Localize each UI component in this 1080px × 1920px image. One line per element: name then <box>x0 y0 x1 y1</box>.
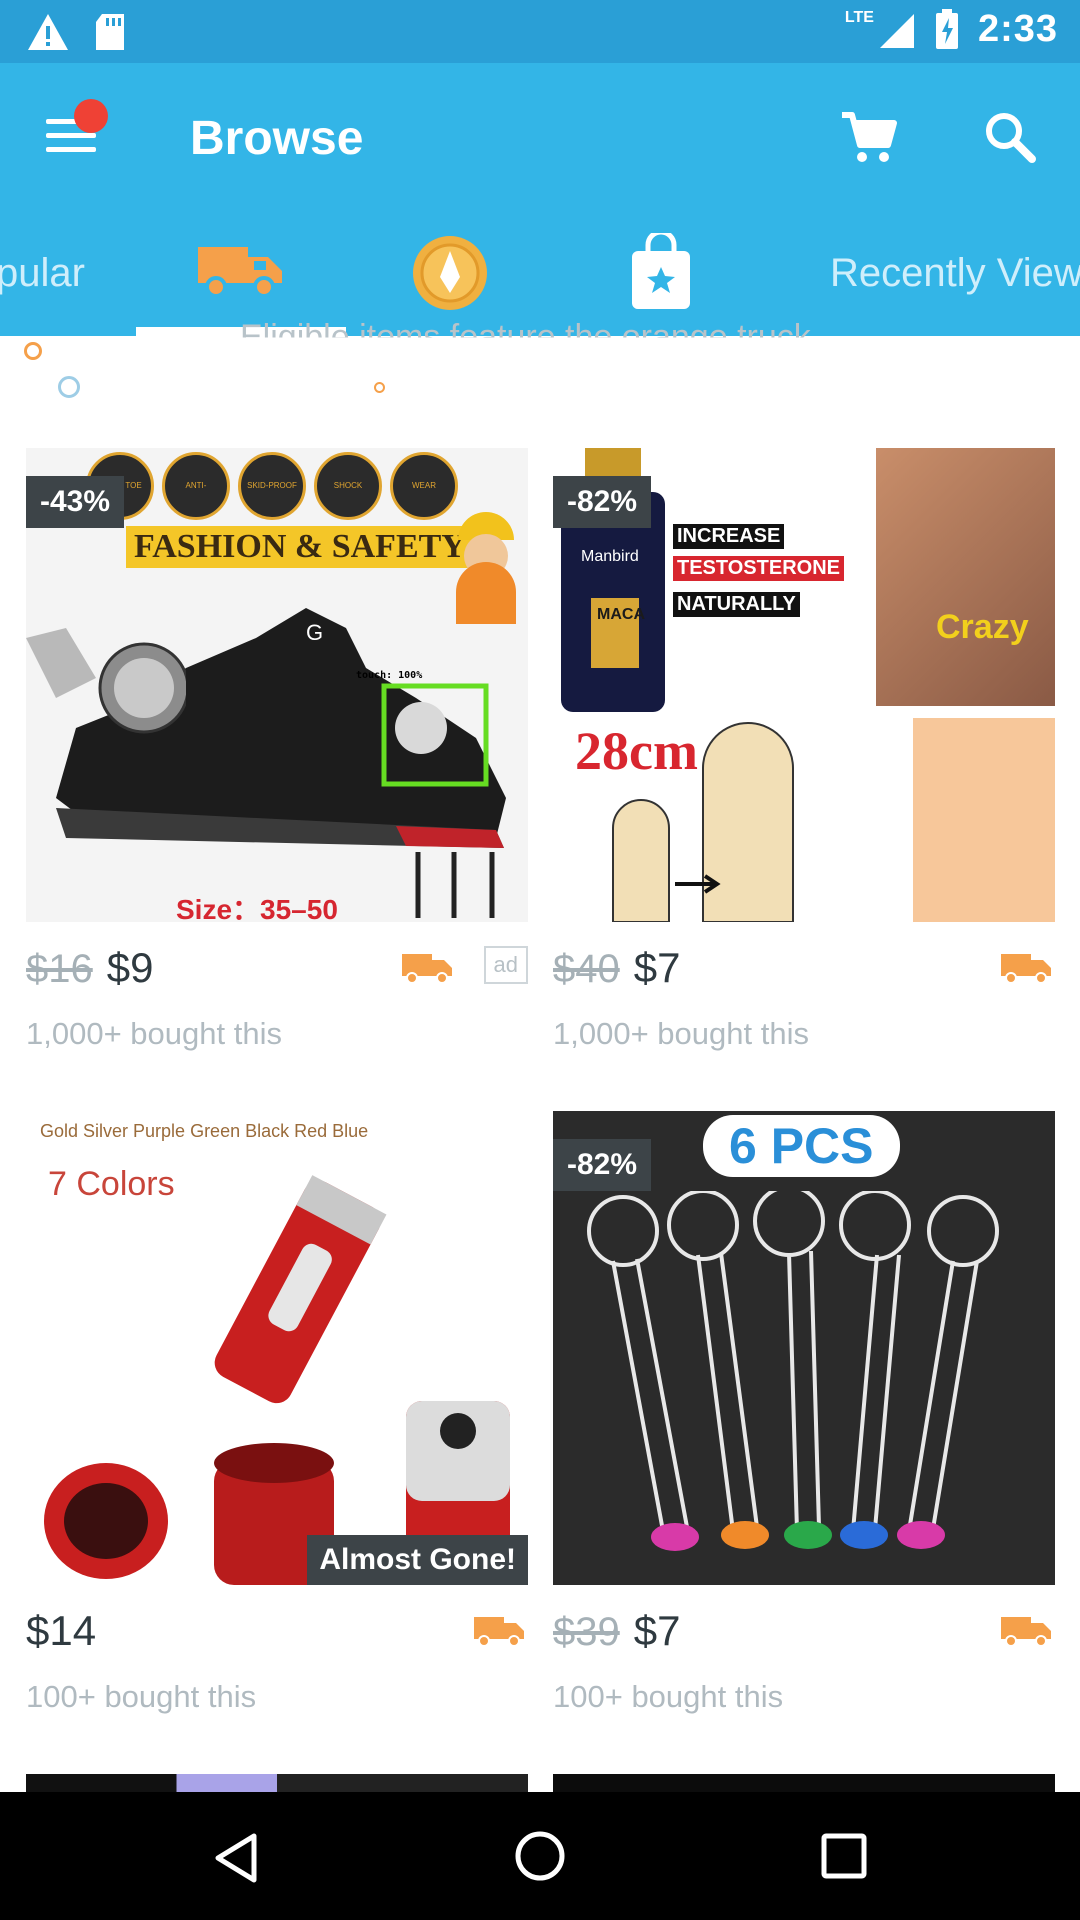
back-icon[interactable] <box>212 1832 260 1884</box>
product-card[interactable]: 6 PCS -82% $39 $7 100+ bought this <box>553 1111 1055 1714</box>
bag-star-icon <box>632 229 690 309</box>
pcs-text: 6 PCS <box>729 1118 874 1174</box>
truck-icon <box>474 1617 524 1647</box>
tab-wishlist[interactable] <box>628 229 694 316</box>
truck-icon <box>198 247 282 298</box>
feature-badge: ANTI-PUNCTURE <box>162 452 230 520</box>
bought-count: 100+ bought this <box>553 1679 784 1714</box>
tab-recently-viewed[interactable]: Recently Viewed <box>830 251 1080 296</box>
recents-icon[interactable] <box>820 1832 868 1880</box>
price-row: $16 $9 ad <box>26 944 528 996</box>
tab-coin[interactable] <box>410 233 490 318</box>
bottle-brand: Manbird <box>581 548 639 565</box>
size-text: Size：35–50 <box>176 894 338 922</box>
cart-icon <box>842 112 897 162</box>
status-bar: LTE 2:33 <box>0 0 1080 63</box>
signal-icon <box>879 13 914 48</box>
cart-button[interactable] <box>838 107 898 167</box>
clock: 2:33 <box>977 8 1058 50</box>
price-row: $39 $7 <box>553 1607 1055 1659</box>
notification-dot <box>74 99 108 133</box>
original-price: $16 <box>26 947 93 991</box>
figure-panel <box>913 718 1055 922</box>
original-price: $39 <box>553 1610 620 1654</box>
feature-badge: SHOCK ABSORPT <box>314 452 382 520</box>
bought-count: 100+ bought this <box>26 1679 257 1714</box>
network-type: LTE <box>844 8 874 26</box>
product-image[interactable]: 6 PCS -82% <box>553 1111 1055 1585</box>
product-image[interactable]: Gold Silver Purple Green Black Red Blue … <box>26 1111 528 1585</box>
claim-line: INCREASE <box>673 524 785 549</box>
sale-price: $7 <box>633 1607 681 1654</box>
truck-icon <box>1001 1617 1051 1647</box>
product-card[interactable]: Gold Silver Purple Green Black Red Blue … <box>26 1111 528 1714</box>
app-bar: Browse pular Recently View <box>0 63 1080 336</box>
warning-icon <box>28 14 68 50</box>
pcs-label: 6 PCS <box>703 1115 900 1177</box>
sale-price: $14 <box>26 1607 97 1654</box>
almost-gone-badge: Almost Gone! <box>307 1535 528 1585</box>
feature-badge: SKID-PROOF <box>238 452 306 520</box>
discount-badge: -82% <box>553 1139 652 1191</box>
product-illustration <box>612 722 794 922</box>
confetti-dot <box>24 342 42 360</box>
tab-popular[interactable]: pular <box>0 251 85 296</box>
product-image[interactable]: Manbird MACA INCREASE TESTOSTERONE NATUR… <box>553 448 1055 922</box>
ad-label: ad <box>483 946 528 984</box>
confetti-dot <box>374 382 385 393</box>
page-title: Browse <box>190 112 364 165</box>
price-row: $14 <box>26 1607 528 1659</box>
sale-price: $9 <box>106 944 154 991</box>
headline-banner: FASHION & SAFETY <box>126 526 474 568</box>
product-card-partial[interactable] <box>553 1774 1055 1792</box>
price-row: $40 $7 <box>553 944 1055 996</box>
product-card[interactable]: Manbird MACA INCREASE TESTOSTERONE NATUR… <box>553 448 1055 1051</box>
product-card-partial[interactable] <box>26 1774 528 1792</box>
search-button[interactable] <box>980 107 1040 167</box>
bought-count: 1,000+ bought this <box>26 1016 282 1051</box>
navigation-bar <box>0 1792 1080 1920</box>
nails-illustration <box>415 852 495 918</box>
sd-card-icon <box>96 14 124 50</box>
confetti-dot <box>58 376 80 398</box>
glass-pipes-illustration <box>587 1191 999 1551</box>
original-price: $40 <box>553 947 620 991</box>
tab-fast-shipping[interactable] <box>196 233 286 308</box>
crazy-tag: Crazy <box>936 608 1029 646</box>
grinder-illustration <box>44 1175 510 1585</box>
coin-icon <box>413 236 487 310</box>
claim-line: TESTOSTERONE <box>673 556 844 581</box>
photo-panel <box>876 448 1055 706</box>
shipping-banner: Eligible items feature the orange truck <box>240 318 811 356</box>
svg-text:G: G <box>306 620 323 645</box>
battery-icon <box>935 8 958 49</box>
home-icon[interactable] <box>514 1830 566 1882</box>
menu-button[interactable] <box>46 99 108 159</box>
truck-icon <box>402 954 452 984</box>
truck-icon <box>1001 954 1051 984</box>
product-card[interactable]: STEEL TOE ANTI-PUNCTURE SKID-PROOF SHOCK… <box>26 448 528 1051</box>
claim-line: NATURALLY <box>673 592 800 617</box>
feature-badges: STEEL TOE ANTI-PUNCTURE SKID-PROOF SHOCK… <box>86 452 458 520</box>
product-image[interactable]: STEEL TOE ANTI-PUNCTURE SKID-PROOF SHOCK… <box>26 448 528 922</box>
menu-icon-line <box>46 147 96 152</box>
search-icon <box>986 113 1036 163</box>
bought-count: 1,000+ bought this <box>553 1016 809 1051</box>
discount-badge: -43% <box>26 476 125 528</box>
sale-price: $7 <box>633 944 681 991</box>
detection-label: touch: 100% <box>356 670 423 681</box>
hammer-illustration <box>26 628 186 734</box>
discount-badge: -82% <box>553 476 652 528</box>
bottle-label: MACA <box>597 606 645 623</box>
color-list: Gold Silver Purple Green Black Red Blue <box>40 1121 369 1141</box>
menu-icon-line <box>46 133 96 138</box>
